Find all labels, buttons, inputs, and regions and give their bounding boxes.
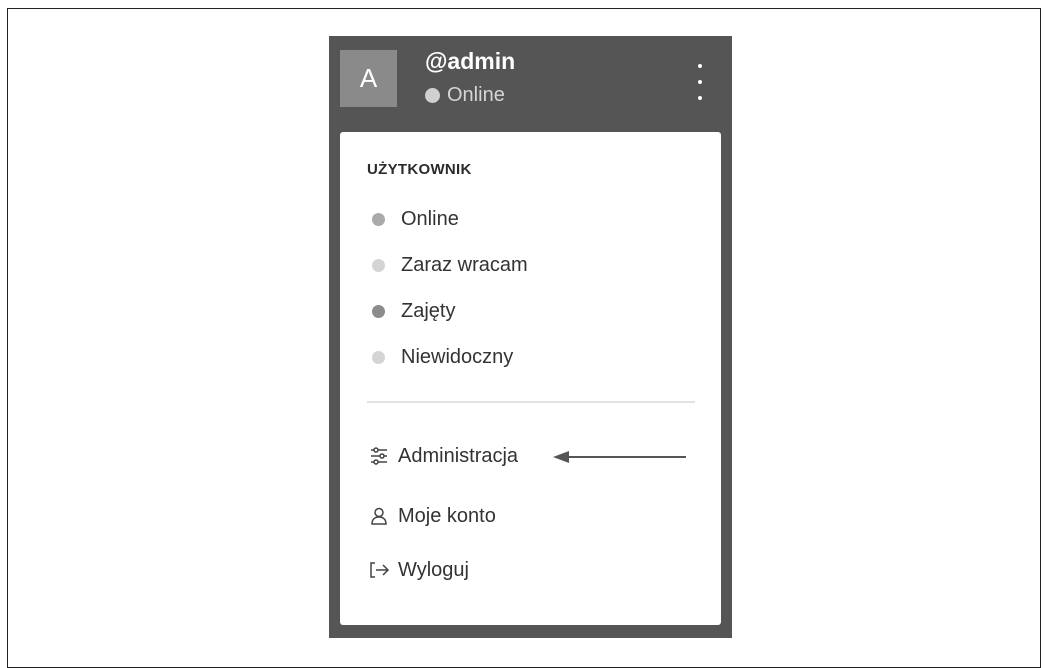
pointer-arrow-icon (553, 451, 686, 463)
user-status: Online (425, 84, 505, 107)
menu-item-label: Administracja (398, 444, 519, 467)
menu-divider (367, 401, 695, 403)
avatar[interactable]: A (340, 50, 397, 107)
menu-item-label: Moje konto (398, 504, 496, 527)
user-status-label: Online (447, 84, 505, 106)
username: @admin (425, 48, 516, 74)
user-panel: A @admin Online UŻYTKOWNIK Online Zaraz … (329, 36, 732, 638)
status-dot-icon (425, 88, 440, 103)
status-online-dot-icon (372, 212, 385, 226)
status-option-invisible[interactable]: Niewidoczny (372, 345, 513, 369)
status-option-label: Zajęty (401, 299, 456, 322)
menu-item-label: Wyloguj (398, 558, 469, 581)
user-header: A @admin Online (329, 36, 732, 131)
section-title-user: UŻYTKOWNIK (367, 161, 472, 178)
menu-item-administration[interactable]: Administracja (368, 442, 518, 470)
status-option-label: Niewidoczny (401, 345, 514, 368)
user-icon (368, 505, 390, 527)
menu-item-my-account[interactable]: Moje konto (368, 502, 496, 530)
status-away-dot-icon (372, 258, 385, 272)
menu-item-logout[interactable]: Wyloguj (368, 556, 469, 584)
sliders-icon (368, 445, 390, 467)
user-dropdown-menu: UŻYTKOWNIK Online Zaraz wracam Zajęty Ni… (340, 132, 721, 625)
status-option-busy[interactable]: Zajęty (372, 299, 455, 323)
more-options-icon[interactable] (695, 64, 705, 100)
status-invisible-dot-icon (372, 350, 385, 364)
status-busy-dot-icon (372, 304, 385, 318)
status-option-label: Zaraz wracam (401, 253, 528, 276)
logout-icon (368, 559, 390, 581)
status-option-away[interactable]: Zaraz wracam (372, 253, 528, 277)
status-option-online[interactable]: Online (372, 207, 459, 231)
status-option-label: Online (401, 207, 459, 230)
